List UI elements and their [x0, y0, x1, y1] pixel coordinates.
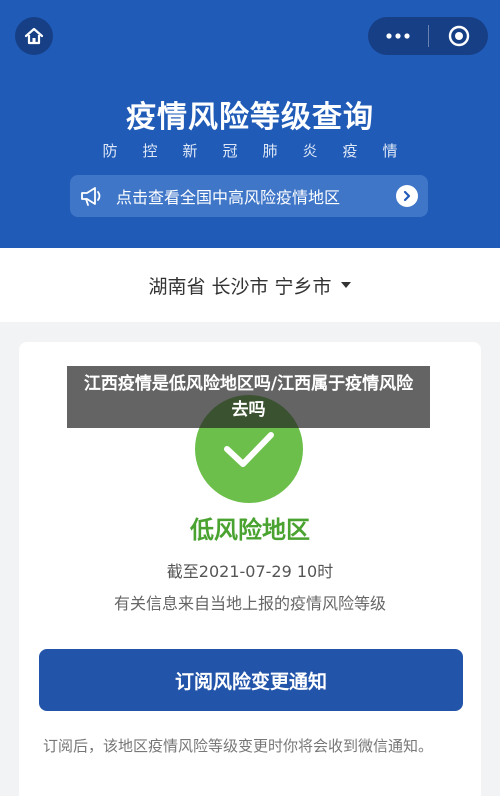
horn-icon-wrap	[70, 175, 114, 217]
data-source-note: 有关信息来自当地上报的疫情风险等级	[113, 594, 386, 613]
subtitle-char: 冠	[222, 142, 238, 160]
subtitle-char: 防	[102, 142, 118, 160]
subtitle-char: 控	[142, 142, 158, 160]
close-button[interactable]	[429, 17, 488, 55]
risk-level: 低风险地区	[190, 516, 310, 544]
target-icon	[448, 25, 469, 47]
subtitle-char: 情	[382, 142, 398, 160]
update-time: 截至2021-07-29 10时	[166, 562, 334, 581]
subtitle-char: 疫	[342, 142, 358, 160]
subscribe-note: 订阅后，该地区疫情风险等级变更时你将会收到微信通知。	[43, 737, 434, 755]
chevron-right-icon	[396, 185, 418, 207]
subtitle-char: 新	[182, 142, 198, 160]
page-title: 疫情风险等级查询	[126, 100, 374, 135]
horn-icon	[81, 187, 101, 206]
home-button[interactable]	[15, 17, 53, 55]
subtitle-char: 炎	[302, 142, 318, 160]
location-selector[interactable]: 湖南省 长沙市 宁乡市	[0, 248, 500, 322]
overlay-caption-text: 江西疫情是低风险地区吗/江西属于疫情风险去吗	[83, 374, 414, 420]
page-subtitle: 防 控 新 冠 肺 炎 疫 情	[100, 140, 400, 161]
location-text: 湖南省 长沙市 宁乡市	[148, 275, 332, 298]
notice-text: 点击查看全国中高风险疫情地区	[116, 188, 341, 207]
header: 疫情风险等级查询 防 控 新 冠 肺 炎 疫 情 点击查看全国中高风险疫情地区	[0, 0, 500, 248]
more-button[interactable]	[368, 17, 428, 55]
caret-down-icon	[340, 282, 351, 288]
subscribe-button[interactable]: 订阅风险变更通知	[39, 649, 463, 711]
mini-program-capsule	[368, 17, 488, 55]
high-risk-areas-link[interactable]: 点击查看全国中高风险疫情地区	[70, 175, 428, 217]
checkmark-icon	[224, 432, 274, 467]
subtitle-char: 肺	[262, 142, 278, 160]
home-icon	[24, 27, 44, 45]
more-dots-icon	[386, 33, 410, 39]
overlay-caption: 江西疫情是低风险地区吗/江西属于疫情风险去吗	[67, 366, 430, 428]
